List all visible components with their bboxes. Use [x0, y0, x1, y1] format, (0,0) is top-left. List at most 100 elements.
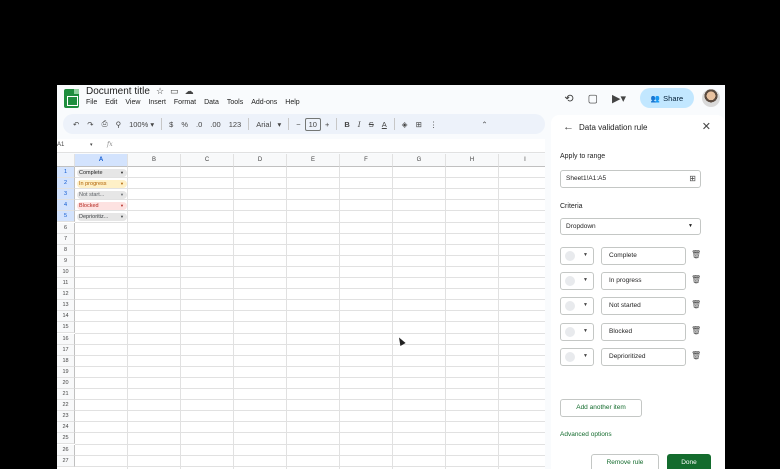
row-header-13[interactable]: 13 — [57, 300, 75, 312]
redo-icon[interactable]: ↷ — [83, 120, 97, 129]
name-box[interactable]: A1 — [57, 142, 64, 148]
meet-icon[interactable]: ▶▾ — [612, 92, 626, 105]
row-header-3[interactable]: 3 — [57, 189, 75, 201]
cloud-saved-icon[interactable]: ☁ — [185, 86, 194, 97]
row-header-4[interactable]: 4 — [57, 200, 75, 212]
done-button[interactable]: Done — [667, 454, 711, 469]
trash-icon[interactable]: 🗑 — [691, 300, 701, 309]
remove-rule-button[interactable]: Remove rule — [591, 454, 659, 469]
row-header-26[interactable]: 26 — [57, 444, 75, 456]
menu-item-help[interactable]: Help — [285, 99, 299, 106]
item-value-input[interactable]: In progress — [601, 272, 686, 291]
trash-icon[interactable]: 🗑 — [691, 351, 701, 360]
column-header-e[interactable]: E — [287, 154, 340, 167]
dropdown-chip-cell[interactable]: Not start... ▼ — [77, 190, 127, 199]
chip-dropdown-icon[interactable]: ▼ — [120, 169, 124, 177]
row-header-11[interactable]: 11 — [57, 278, 75, 290]
sheets-logo-icon[interactable] — [64, 89, 79, 108]
row-header-2[interactable]: 2 — [57, 178, 75, 190]
add-another-item-button[interactable]: Add another item — [560, 399, 642, 417]
history-icon[interactable]: ⟲ — [564, 92, 573, 105]
row-header-16[interactable]: 16 — [57, 333, 75, 345]
item-color-picker[interactable]: ▼ — [560, 322, 594, 341]
dropdown-chip-cell[interactable]: Deprioritiz... ▼ — [77, 212, 127, 221]
row-header-19[interactable]: 19 — [57, 366, 75, 378]
advanced-options-link[interactable]: Advanced options — [560, 431, 612, 438]
borders-icon[interactable]: ⊞ — [412, 120, 426, 129]
share-button[interactable]: 👥 Share — [640, 88, 694, 108]
menu-item-insert[interactable]: Insert — [148, 99, 166, 106]
spreadsheet-grid[interactable]: A B C D E F G H I 1 2 3 4 5 6 7 8 9 10 11 12 13 14 15 16 17 18 19 20… — [57, 154, 545, 469]
item-color-picker[interactable]: ▼ — [560, 347, 594, 366]
row-header-14[interactable]: 14 — [57, 311, 75, 323]
row-header-10[interactable]: 10 — [57, 266, 75, 278]
chip-dropdown-icon[interactable]: ▼ — [120, 202, 124, 210]
menu-item-format[interactable]: Format — [174, 99, 196, 106]
chip-dropdown-icon[interactable]: ▼ — [120, 180, 124, 188]
column-header-f[interactable]: F — [340, 154, 393, 167]
column-header-a[interactable]: A — [75, 154, 128, 167]
dropdown-chip-cell[interactable]: Blocked ▼ — [77, 201, 127, 210]
column-header-h[interactable]: H — [446, 154, 499, 167]
row-header-6[interactable]: 6 — [57, 222, 75, 234]
menu-item-view[interactable]: View — [125, 99, 140, 106]
menu-item-add-ons[interactable]: Add-ons — [251, 99, 277, 106]
folder-icon[interactable]: ▭ — [170, 86, 179, 97]
item-color-picker[interactable]: ▼ — [560, 272, 594, 291]
row-header-23[interactable]: 23 — [57, 411, 75, 423]
menu-item-file[interactable]: File — [86, 99, 97, 106]
column-header-c[interactable]: C — [181, 154, 234, 167]
item-color-picker[interactable]: ▼ — [560, 247, 594, 265]
italic-button[interactable]: I — [354, 120, 365, 129]
column-header-b[interactable]: B — [128, 154, 181, 167]
menu-item-data[interactable]: Data — [204, 99, 219, 106]
row-header-18[interactable]: 18 — [57, 355, 75, 367]
collapse-toolbar-icon[interactable]: ⌃ — [477, 120, 491, 129]
row-header-20[interactable]: 20 — [57, 377, 75, 389]
increase-decimal-button[interactable]: .00 — [206, 120, 224, 129]
number-format-button[interactable]: 123 — [225, 120, 246, 129]
percent-button[interactable]: % — [177, 120, 192, 129]
row-header-12[interactable]: 12 — [57, 289, 75, 301]
column-header-g[interactable]: G — [393, 154, 446, 167]
criteria-select[interactable]: Dropdown ▼ — [560, 218, 701, 235]
font-size-increase-button[interactable]: + — [321, 120, 333, 129]
chip-dropdown-icon[interactable]: ▼ — [120, 191, 124, 199]
fill-color-icon[interactable]: ◈ — [398, 120, 412, 129]
avatar[interactable] — [702, 89, 720, 107]
grid-select-icon[interactable]: ⊞ — [689, 171, 696, 187]
menu-item-edit[interactable]: Edit — [105, 99, 117, 106]
text-color-button[interactable]: A — [378, 120, 391, 129]
star-icon[interactable]: ☆ — [156, 86, 164, 97]
row-header-25[interactable]: 25 — [57, 433, 75, 445]
font-size-input[interactable]: 10 — [304, 117, 321, 131]
row-header-17[interactable]: 17 — [57, 344, 75, 356]
trash-icon[interactable]: 🗑 — [691, 326, 701, 335]
document-title[interactable]: Document title — [86, 86, 150, 97]
item-value-input[interactable]: Blocked — [601, 322, 686, 341]
row-header-8[interactable]: 8 — [57, 244, 75, 256]
dropdown-chip-cell[interactable]: Complete ▼ — [77, 168, 127, 177]
row-header-27[interactable]: 27 — [57, 455, 75, 467]
strikethrough-button[interactable]: S — [365, 120, 378, 129]
menu-item-tools[interactable]: Tools — [227, 99, 243, 106]
print-icon[interactable]: ⎙ — [98, 119, 112, 129]
zoom-select[interactable]: 100% ▾ — [125, 120, 158, 129]
font-size-decrease-button[interactable]: − — [292, 120, 304, 129]
back-arrow-icon[interactable]: ← — [563, 121, 574, 133]
row-header-15[interactable]: 15 — [57, 322, 75, 334]
name-box-dropdown-icon[interactable]: ▾ — [90, 142, 93, 148]
select-all-corner[interactable] — [57, 154, 75, 167]
chip-dropdown-icon[interactable]: ▼ — [120, 213, 124, 221]
range-input[interactable]: Sheet1!A1:A5 ⊞ — [560, 170, 701, 188]
column-header-d[interactable]: D — [234, 154, 287, 167]
font-select[interactable]: Arial ▾ — [252, 120, 285, 129]
trash-icon[interactable]: 🗑 — [691, 275, 701, 284]
comment-icon[interactable]: ▢ — [588, 92, 598, 105]
row-header-24[interactable]: 24 — [57, 422, 75, 434]
column-header-i[interactable]: I — [499, 154, 545, 167]
row-header-1[interactable]: 1 — [57, 167, 75, 179]
row-header-22[interactable]: 22 — [57, 400, 75, 412]
item-color-picker[interactable]: ▼ — [560, 297, 594, 316]
more-icon[interactable]: ⋮ — [426, 120, 442, 129]
